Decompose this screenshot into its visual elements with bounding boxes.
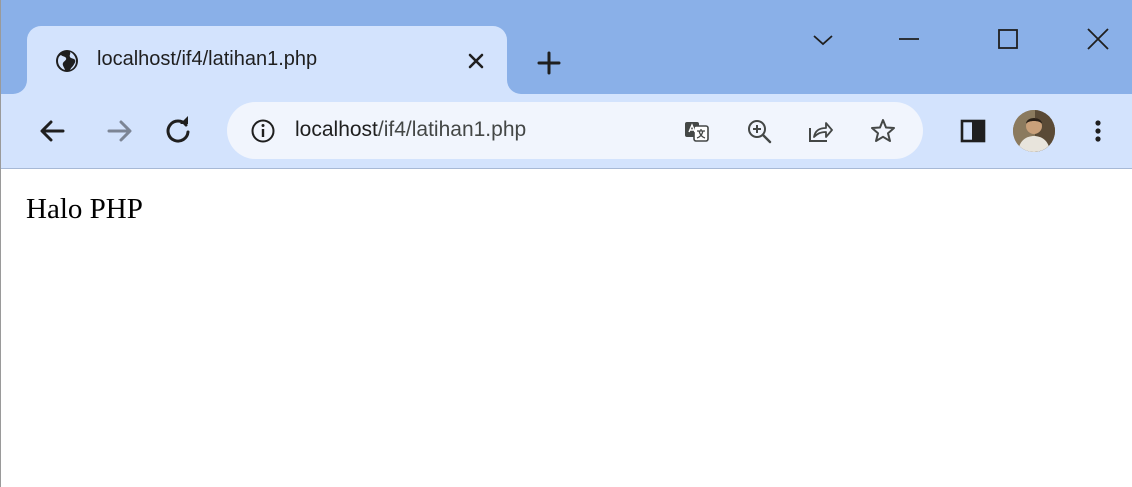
url-text[interactable]: localhost/if4/latihan1.php (295, 118, 526, 142)
url-host: localhost (295, 118, 378, 141)
address-bar[interactable]: localhost/if4/latihan1.php (227, 102, 923, 159)
page-content: Halo PHP (1, 169, 1132, 487)
zoom-icon[interactable] (744, 116, 774, 146)
maximize-button[interactable] (986, 22, 1030, 58)
more-menu-icon[interactable] (1081, 114, 1115, 148)
profile-avatar[interactable] (1013, 110, 1055, 152)
reload-button[interactable] (161, 114, 195, 148)
bookmark-star-icon[interactable] (868, 116, 898, 146)
page-text: Halo PHP (26, 193, 143, 225)
browser-toolbar: localhost/if4/latihan1.php (1, 94, 1132, 169)
side-panel-icon[interactable] (956, 114, 990, 148)
tab-close-button[interactable] (463, 48, 489, 74)
tab-title: localhost/if4/latihan1.php (97, 48, 318, 70)
info-icon[interactable] (249, 117, 277, 145)
tab-search-chevron-down-icon[interactable] (801, 22, 845, 58)
back-button[interactable] (36, 114, 70, 148)
tab-active[interactable]: localhost/if4/latihan1.php (27, 26, 507, 94)
globe-icon (55, 49, 79, 73)
browser-window: localhost/if4/latihan1.php localhost/if4… (0, 0, 1132, 487)
share-icon[interactable] (805, 116, 835, 146)
url-path: /if4/latihan1.php (377, 118, 527, 141)
forward-button[interactable] (102, 114, 136, 148)
close-window-button[interactable] (1076, 22, 1120, 58)
tab-strip: localhost/if4/latihan1.php (1, 0, 1132, 94)
translate-icon[interactable] (682, 116, 712, 146)
new-tab-button[interactable] (531, 45, 567, 81)
minimize-button[interactable] (887, 22, 931, 58)
